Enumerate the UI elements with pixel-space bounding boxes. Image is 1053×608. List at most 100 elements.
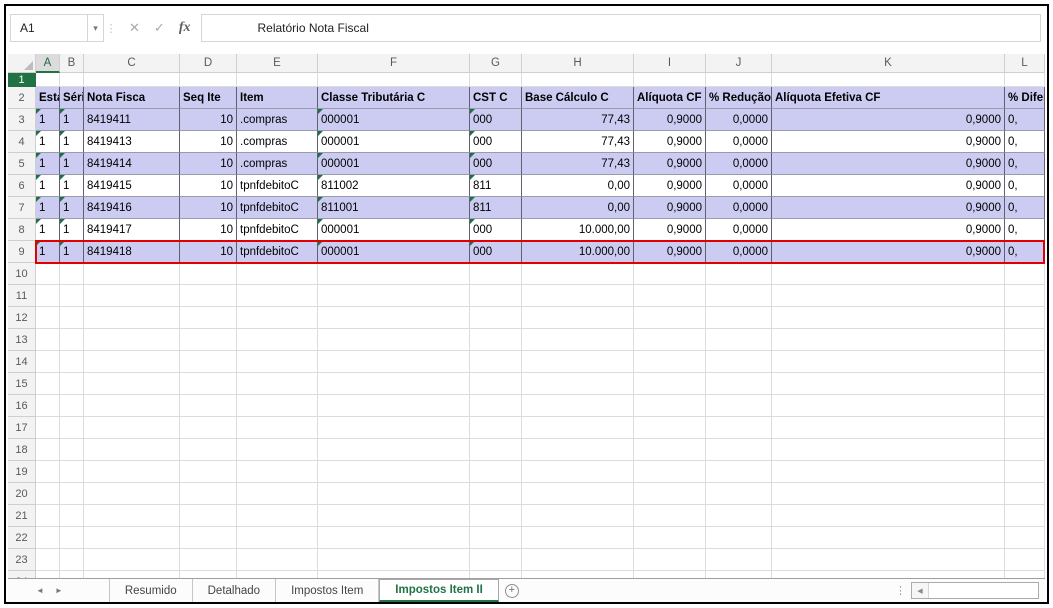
cell-L19[interactable]: [1005, 461, 1045, 483]
cell-A7[interactable]: 1: [36, 197, 60, 219]
cell-F20[interactable]: [318, 483, 470, 505]
cell-K17[interactable]: [772, 417, 1005, 439]
cell-A12[interactable]: [36, 307, 60, 329]
cell-F16[interactable]: [318, 395, 470, 417]
cell-L17[interactable]: [1005, 417, 1045, 439]
cell-J24[interactable]: [706, 571, 772, 578]
cell-H9[interactable]: 10.000,00: [522, 241, 634, 263]
name-box-dropdown-icon[interactable]: ▾: [88, 14, 104, 42]
cell-E8[interactable]: tpnfdebitoC: [237, 219, 318, 241]
sheet-tab-resumido[interactable]: Resumido: [108, 579, 193, 602]
cell-I7[interactable]: 0,9000: [634, 197, 706, 219]
row-header-21[interactable]: 21: [8, 505, 36, 527]
tab-scroll-left-icon[interactable]: ◄: [36, 586, 44, 595]
cell-G6[interactable]: 811: [470, 175, 522, 197]
cell-B12[interactable]: [60, 307, 84, 329]
cell-F12[interactable]: [318, 307, 470, 329]
cell-H8[interactable]: 10.000,00: [522, 219, 634, 241]
cell-G20[interactable]: [470, 483, 522, 505]
cell-E2[interactable]: Item: [237, 87, 318, 109]
cell-G3[interactable]: 000: [470, 109, 522, 131]
cell-G13[interactable]: [470, 329, 522, 351]
cell-L12[interactable]: [1005, 307, 1045, 329]
row-header-18[interactable]: 18: [8, 439, 36, 461]
name-box[interactable]: A1: [10, 14, 88, 42]
cell-B3[interactable]: 1: [60, 109, 84, 131]
cell-H5[interactable]: 77,43: [522, 153, 634, 175]
cell-D16[interactable]: [180, 395, 237, 417]
cell-G10[interactable]: [470, 263, 522, 285]
cell-B23[interactable]: [60, 549, 84, 571]
cell-L22[interactable]: [1005, 527, 1045, 549]
cell-L9[interactable]: 0,: [1005, 241, 1045, 263]
cell-G17[interactable]: [470, 417, 522, 439]
cell-D13[interactable]: [180, 329, 237, 351]
cell-C20[interactable]: [84, 483, 180, 505]
cell-L5[interactable]: 0,: [1005, 153, 1045, 175]
cell-H23[interactable]: [522, 549, 634, 571]
cell-H20[interactable]: [522, 483, 634, 505]
cell-F3[interactable]: 000001: [318, 109, 470, 131]
cell-K10[interactable]: [772, 263, 1005, 285]
cell-E19[interactable]: [237, 461, 318, 483]
cell-E5[interactable]: .compras: [237, 153, 318, 175]
column-header-I[interactable]: I: [634, 54, 706, 73]
cell-F19[interactable]: [318, 461, 470, 483]
cell-H17[interactable]: [522, 417, 634, 439]
cell-G14[interactable]: [470, 351, 522, 373]
cell-B8[interactable]: 1: [60, 219, 84, 241]
column-header-F[interactable]: F: [318, 54, 470, 73]
cell-C18[interactable]: [84, 439, 180, 461]
cell-H13[interactable]: [522, 329, 634, 351]
cell-C1[interactable]: [84, 73, 180, 87]
cell-E23[interactable]: [237, 549, 318, 571]
column-header-C[interactable]: C: [84, 54, 180, 73]
cell-L4[interactable]: 0,: [1005, 131, 1045, 153]
column-header-H[interactable]: H: [522, 54, 634, 73]
cell-A21[interactable]: [36, 505, 60, 527]
cell-E12[interactable]: [237, 307, 318, 329]
cell-B15[interactable]: [60, 373, 84, 395]
cell-I4[interactable]: 0,9000: [634, 131, 706, 153]
cell-J22[interactable]: [706, 527, 772, 549]
cell-I13[interactable]: [634, 329, 706, 351]
cell-K24[interactable]: [772, 571, 1005, 578]
row-header-9[interactable]: 9: [8, 241, 36, 263]
cell-J15[interactable]: [706, 373, 772, 395]
column-header-J[interactable]: J: [706, 54, 772, 73]
cell-C22[interactable]: [84, 527, 180, 549]
cell-H1[interactable]: [522, 73, 634, 87]
cell-F23[interactable]: [318, 549, 470, 571]
cell-A5[interactable]: 1: [36, 153, 60, 175]
row-header-13[interactable]: 13: [8, 329, 36, 351]
cell-L23[interactable]: [1005, 549, 1045, 571]
cell-I5[interactable]: 0,9000: [634, 153, 706, 175]
cell-K4[interactable]: 0,9000: [772, 131, 1005, 153]
cell-G23[interactable]: [470, 549, 522, 571]
cell-I10[interactable]: [634, 263, 706, 285]
cell-G2[interactable]: CST C: [470, 87, 522, 109]
cell-B24[interactable]: [60, 571, 84, 578]
cell-L11[interactable]: [1005, 285, 1045, 307]
row-header-6[interactable]: 6: [8, 175, 36, 197]
cell-K23[interactable]: [772, 549, 1005, 571]
cell-A11[interactable]: [36, 285, 60, 307]
cell-D18[interactable]: [180, 439, 237, 461]
cell-J11[interactable]: [706, 285, 772, 307]
add-sheet-button[interactable]: +: [499, 579, 525, 602]
cell-F22[interactable]: [318, 527, 470, 549]
cell-G19[interactable]: [470, 461, 522, 483]
sheet-tab-impostos-item-ii[interactable]: Impostos Item II: [379, 579, 499, 602]
cell-G11[interactable]: [470, 285, 522, 307]
cell-B22[interactable]: [60, 527, 84, 549]
cell-C12[interactable]: [84, 307, 180, 329]
sheet-tab-detalhado[interactable]: Detalhado: [193, 579, 277, 602]
cell-G4[interactable]: 000: [470, 131, 522, 153]
cell-D8[interactable]: 10: [180, 219, 237, 241]
cell-D23[interactable]: [180, 549, 237, 571]
row-header-19[interactable]: 19: [8, 461, 36, 483]
cell-B2[interactable]: Séri: [60, 87, 84, 109]
cell-H16[interactable]: [522, 395, 634, 417]
cell-F7[interactable]: 811001: [318, 197, 470, 219]
cell-K16[interactable]: [772, 395, 1005, 417]
